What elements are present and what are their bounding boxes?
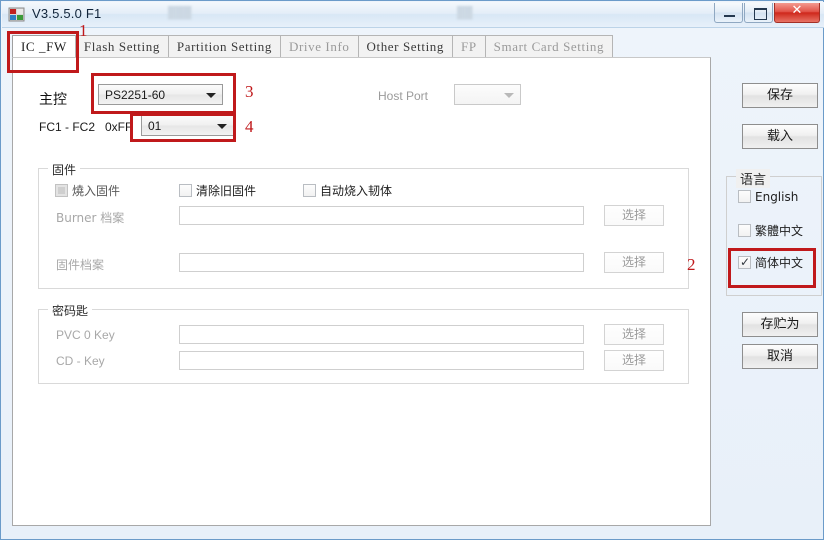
- burner-file-select-button[interactable]: 选择: [604, 205, 664, 226]
- checkbox-box: [738, 190, 751, 203]
- tab-drive-info[interactable]: Drive Info: [279, 35, 359, 57]
- pvc0-key-label: PVC 0 Key: [56, 328, 115, 342]
- traditional-chinese-checkbox[interactable]: 繁體中文: [738, 222, 803, 239]
- traditional-chinese-label: 繁體中文: [755, 224, 804, 238]
- fc-combo-value: 01: [148, 119, 162, 133]
- tab-page-ic-fw: 主控 PS2251-60 Host Port FC1 - FC2 0xFF 01…: [12, 57, 711, 526]
- controller-combo[interactable]: PS2251-60: [98, 84, 223, 105]
- language-group-caption: 语言: [736, 169, 771, 188]
- application-window: V3.5.5.0 F1 ███ ██ ✕ IC _FW Flash Settin…: [0, 0, 824, 540]
- cd-key-input[interactable]: [179, 351, 584, 370]
- cd-key-select-button[interactable]: 选择: [604, 350, 664, 371]
- chevron-down-icon: [504, 93, 514, 98]
- maximize-button[interactable]: [744, 3, 773, 23]
- tab-smart-card-setting[interactable]: Smart Card Setting: [484, 35, 614, 57]
- check-icon: ✓: [740, 255, 751, 269]
- fc-label: FC1 - FC2: [39, 120, 96, 134]
- checkbox-box: ✓: [738, 256, 751, 269]
- tab-strip: IC _FW Flash Setting Partition Setting D…: [12, 35, 711, 58]
- burn-firmware-checkbox[interactable]: 燒入固件: [55, 182, 120, 199]
- chevron-down-icon: [206, 93, 216, 98]
- close-button[interactable]: ✕: [774, 3, 820, 23]
- burn-firmware-label: 燒入固件: [72, 184, 121, 198]
- title-bar: V3.5.5.0 F1 ███ ██ ✕: [2, 2, 824, 28]
- save-button[interactable]: 保存: [742, 83, 818, 108]
- close-icon: ✕: [791, 3, 803, 18]
- key-group: 密码匙 PVC 0 Key 选择 CD - Key 选择: [38, 302, 689, 384]
- simplified-chinese-label: 简体中文: [755, 256, 804, 270]
- cd-key-label: CD - Key: [56, 354, 105, 368]
- auto-burn-firmware-checkbox[interactable]: 自动烧入韧体: [303, 182, 392, 199]
- fc-combo[interactable]: 01: [141, 115, 234, 136]
- pvc0-key-input[interactable]: [179, 325, 584, 344]
- firmware-group: 固件 燒入固件 清除旧固件 自动烧入韧体 Burner 档案 选择 固件档案 选…: [38, 161, 689, 289]
- firmware-file-label: 固件档案: [56, 258, 105, 272]
- checkbox-box: [738, 224, 751, 237]
- host-port-label: Host Port: [378, 89, 429, 103]
- controller-label: 主控: [39, 92, 67, 108]
- app-icon: [8, 7, 25, 22]
- checkbox-box: [179, 184, 192, 197]
- window-controls: ✕: [713, 3, 820, 24]
- save-as-button[interactable]: 存贮为: [742, 312, 818, 337]
- title-watermark-left: ███: [168, 7, 192, 19]
- burner-file-label: Burner 档案: [56, 211, 125, 225]
- tab-flash-setting[interactable]: Flash Setting: [74, 35, 169, 57]
- right-panel: 保存 载入 语言 English 繁體中文 ✓ 简体中文 存贮为 取消: [717, 31, 824, 531]
- tab-ic-fw[interactable]: IC _FW: [12, 35, 76, 58]
- tab-partition-setting[interactable]: Partition Setting: [167, 35, 281, 57]
- host-port-combo[interactable]: [454, 84, 521, 105]
- cancel-button[interactable]: 取消: [742, 344, 818, 369]
- chevron-down-icon: [217, 124, 227, 129]
- controller-combo-value: PS2251-60: [105, 88, 166, 102]
- clear-old-firmware-checkbox[interactable]: 清除旧固件: [179, 182, 256, 199]
- minimize-icon: [724, 15, 735, 17]
- firmware-file-select-button[interactable]: 选择: [604, 252, 664, 273]
- maximize-icon: [754, 8, 767, 20]
- burner-file-input[interactable]: [179, 206, 584, 225]
- title-watermark-right: ██: [457, 7, 473, 19]
- window-title: V3.5.5.0 F1: [32, 6, 102, 21]
- clear-old-firmware-label: 清除旧固件: [196, 184, 257, 198]
- pvc0-key-select-button[interactable]: 选择: [604, 324, 664, 345]
- simplified-chinese-checkbox[interactable]: ✓ 简体中文: [738, 254, 803, 271]
- minimize-button[interactable]: [714, 3, 743, 23]
- checkbox-box: [55, 184, 68, 197]
- key-group-caption: 密码匙: [48, 302, 93, 319]
- firmware-file-input[interactable]: [179, 253, 584, 272]
- tab-other-setting[interactable]: Other Setting: [357, 35, 453, 57]
- language-group: 语言 English 繁體中文 ✓ 简体中文: [726, 169, 822, 296]
- load-button[interactable]: 载入: [742, 124, 818, 149]
- checkbox-box: [303, 184, 316, 197]
- firmware-group-caption: 固件: [48, 161, 81, 178]
- fc-hex-value: 0xFF: [105, 120, 133, 134]
- english-label: English: [755, 190, 799, 204]
- tab-fp[interactable]: FP: [452, 35, 486, 57]
- english-checkbox[interactable]: English: [738, 190, 798, 204]
- auto-burn-firmware-label: 自动烧入韧体: [320, 184, 393, 198]
